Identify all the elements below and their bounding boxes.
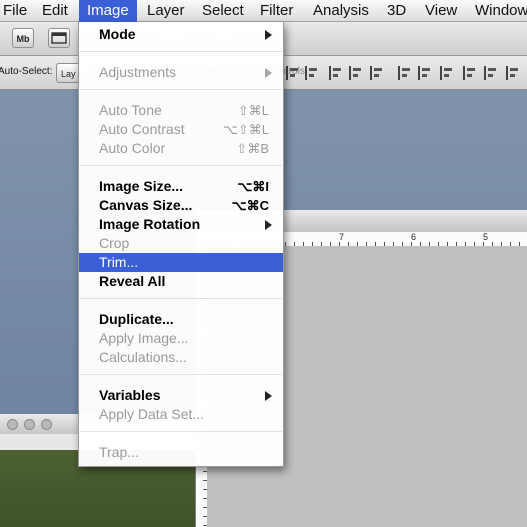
menu-separator [80, 298, 282, 299]
menu-item-image-rotation[interactable]: Image Rotation [79, 215, 283, 234]
menu-separator [80, 431, 282, 432]
menu-item-image-size[interactable]: Image Size... ⌥⌘I [79, 177, 283, 196]
menu-edit[interactable]: Edit [35, 0, 75, 22]
submenu-arrow-icon [265, 68, 272, 78]
distribute-right-icon[interactable] [506, 66, 520, 80]
ruler-label: 5 [483, 232, 489, 242]
menu-file[interactable]: File [0, 0, 34, 22]
auto-select-label: Auto-Select: [0, 66, 53, 77]
menu-item-duplicate[interactable]: Duplicate... [79, 310, 283, 329]
align-hcenter-icon[interactable] [370, 66, 384, 80]
menu-item-apply-image: Apply Image... [99, 330, 189, 346]
align-left-icon[interactable] [349, 66, 363, 80]
ruler-label: 7 [339, 232, 345, 242]
menu-separator [80, 374, 282, 375]
menu-item-auto-contrast: Auto Contrast ⌥⇧⌘L [99, 121, 269, 137]
menu-item-auto-color: Auto Color ⇧⌘B [99, 140, 269, 156]
menu-layer[interactable]: Layer [140, 0, 192, 22]
distribute-hcenter-icon[interactable] [484, 66, 498, 80]
align-bottom-icon[interactable] [329, 66, 343, 80]
menu-3d[interactable]: 3D [380, 0, 413, 22]
submenu-arrow-icon [265, 220, 272, 230]
menu-view[interactable]: View [418, 0, 464, 22]
menu-filter[interactable]: Filter [253, 0, 300, 22]
distribute-left-icon[interactable] [463, 66, 477, 80]
menu-item-auto-tone: Auto Tone ⇧⌘L [99, 102, 269, 118]
menu-item-variables[interactable]: Variables [79, 386, 283, 405]
menu-separator [80, 51, 282, 52]
menu-window[interactable]: Window [468, 0, 527, 22]
menu-item-crop: Crop [99, 235, 130, 251]
menu-item-apply-data-set: Apply Data Set... [99, 406, 205, 422]
align-vcenter-icon[interactable] [305, 66, 319, 80]
menu-separator [80, 89, 282, 90]
distribute-bottom-icon[interactable] [440, 66, 454, 80]
menu-item-trap: Trap... [99, 444, 139, 460]
menu-item-reveal-all[interactable]: Reveal All [79, 272, 283, 291]
minimize-icon[interactable] [24, 419, 35, 430]
menu-item-canvas-size[interactable]: Canvas Size... ⌥⌘C [79, 196, 283, 215]
menu-item-trim[interactable]: Trim... [79, 253, 283, 272]
menu-analysis[interactable]: Analysis [306, 0, 376, 22]
distribute-vcenter-icon[interactable] [418, 66, 432, 80]
menu-item-calculations: Calculations... [99, 349, 187, 365]
submenu-arrow-icon [265, 391, 272, 401]
filmstrip-icon[interactable] [48, 28, 70, 48]
submenu-arrow-icon [265, 30, 272, 40]
menu-item-mode[interactable]: Mode [79, 25, 283, 44]
menu-bar: File Edit Image Layer Select Filter Anal… [0, 0, 527, 22]
menu-select[interactable]: Select [195, 0, 251, 22]
image-menu-dropdown: Mode Adjustments Auto Tone ⇧⌘L Auto Contr… [78, 22, 284, 467]
menu-separator [80, 165, 282, 166]
ruler-label: 6 [411, 232, 417, 242]
menu-item-adjustments: Adjustments [79, 63, 283, 82]
mini-bridge-button[interactable]: Mb [12, 28, 34, 48]
distribute-top-icon[interactable] [398, 66, 412, 80]
zoom-icon[interactable] [41, 419, 52, 430]
close-icon[interactable] [7, 419, 18, 430]
align-top-icon[interactable] [286, 66, 300, 80]
menu-image[interactable]: Image [79, 0, 137, 22]
